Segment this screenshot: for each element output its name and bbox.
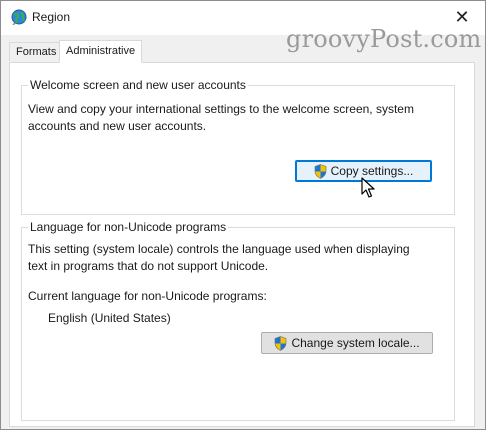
- region-window: Region ✕ groovyPost.com Formats Administ…: [0, 0, 486, 430]
- locale-description-line2: text in programs that do not support Uni…: [28, 259, 269, 273]
- globe-icon: [11, 9, 27, 25]
- current-language-value: English (United States): [48, 311, 171, 325]
- locale-description-line1: This setting (system locale) controls th…: [28, 242, 410, 256]
- non-unicode-group: Language for non-Unicode programs This s…: [21, 220, 455, 421]
- tab-formats[interactable]: Formats: [9, 42, 64, 61]
- tab-administrative[interactable]: Administrative: [59, 40, 143, 63]
- welcome-screen-group: Welcome screen and new user accounts Vie…: [21, 78, 455, 215]
- current-language-label: Current language for non-Unicode program…: [28, 289, 267, 303]
- administrative-panel: Welcome screen and new user accounts Vie…: [9, 62, 475, 427]
- non-unicode-group-legend: Language for non-Unicode programs: [28, 220, 229, 234]
- change-system-locale-button[interactable]: Change system locale...: [261, 332, 433, 354]
- change-system-locale-label: Change system locale...: [291, 336, 420, 350]
- mouse-pointer-icon: [361, 177, 375, 198]
- welcome-group-legend: Welcome screen and new user accounts: [28, 78, 248, 92]
- watermark: groovyPost.com: [286, 25, 482, 53]
- window-title: Region: [32, 10, 71, 24]
- welcome-description-line1: View and copy your international setting…: [28, 102, 414, 116]
- uac-shield-icon: [275, 335, 287, 351]
- copy-settings-label: Copy settings...: [330, 164, 414, 178]
- uac-shield-icon: [314, 163, 326, 179]
- welcome-description-line2: accounts and new user accounts.: [28, 119, 207, 133]
